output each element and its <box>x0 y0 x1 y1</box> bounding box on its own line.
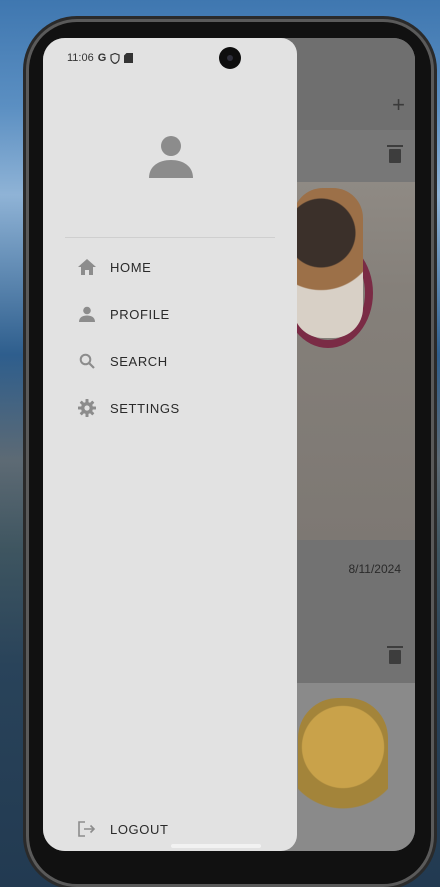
logout-label: LOGOUT <box>110 821 169 837</box>
plus-icon[interactable]: + <box>392 94 405 116</box>
nav-item-search[interactable]: SEARCH <box>76 347 168 375</box>
logout-button[interactable]: LOGOUT <box>76 815 169 843</box>
logout-icon <box>76 818 98 840</box>
status-time: 11:06 <box>67 52 94 64</box>
vpn-shield-icon <box>110 52 120 64</box>
user-avatar-icon[interactable] <box>147 132 195 180</box>
person-icon <box>76 303 98 325</box>
drawer-divider <box>65 237 275 238</box>
status-bar: 11:06 G <box>67 52 134 64</box>
nav-item-label: HOME <box>110 259 152 275</box>
trash-icon[interactable] <box>387 646 403 664</box>
search-icon <box>76 350 98 372</box>
navigation-drawer: 11:06 G HOME PROFILE SEARCH SETTINGS LOG… <box>43 38 297 851</box>
phone-frame: + 8/11/2024 ▾◢▮ 11:06 G <box>29 22 431 884</box>
trash-icon[interactable] <box>387 145 403 163</box>
nav-item-settings[interactable]: SETTINGS <box>76 394 180 422</box>
camera-cutout <box>219 47 241 69</box>
home-icon <box>76 256 98 278</box>
google-icon: G <box>97 52 107 64</box>
cat-shape <box>293 188 363 338</box>
figure-shape <box>298 698 388 838</box>
nav-item-label: SEARCH <box>110 353 168 369</box>
sd-card-icon <box>124 53 134 63</box>
nav-item-label: PROFILE <box>110 306 170 322</box>
gesture-home-bar[interactable] <box>171 844 261 848</box>
gear-icon <box>76 397 98 419</box>
nav-item-profile[interactable]: PROFILE <box>76 300 170 328</box>
nav-item-label: SETTINGS <box>110 400 180 416</box>
screen: + 8/11/2024 ▾◢▮ 11:06 G <box>43 38 415 851</box>
nav-item-home[interactable]: HOME <box>76 253 151 281</box>
post-date: 8/11/2024 <box>348 562 402 576</box>
